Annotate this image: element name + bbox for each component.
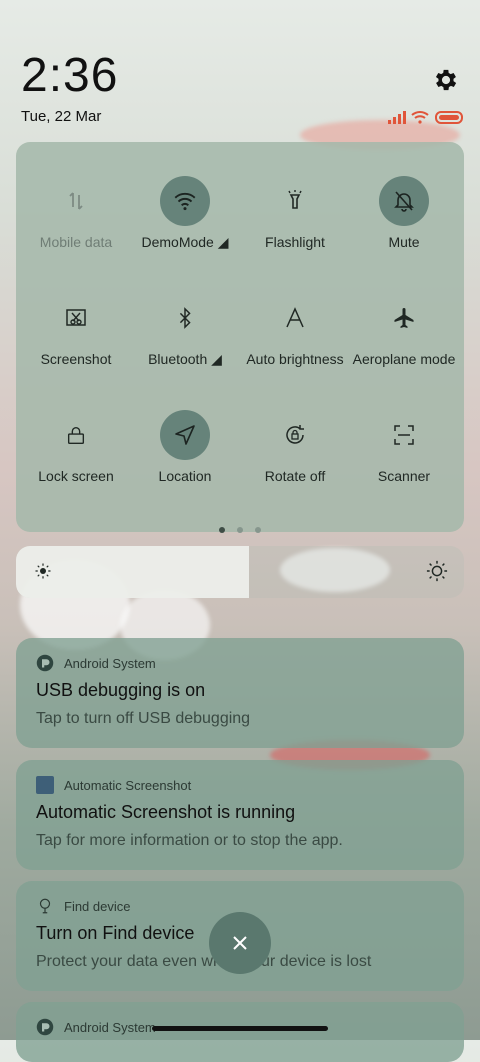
notification-title: USB debugging is on: [36, 680, 206, 700]
android-system-icon: [36, 654, 54, 672]
signal-icon: [388, 111, 406, 124]
tile-flashlight[interactable]: Flashlight: [240, 176, 350, 276]
tile-label: Auto brightness: [246, 351, 344, 367]
tile-aeroplane-mode[interactable]: Aeroplane mode: [349, 293, 459, 393]
settings-gear-icon[interactable]: [432, 66, 460, 94]
tile-mute[interactable]: Mute: [349, 176, 459, 276]
find-device-icon: [39, 898, 51, 914]
tile-auto-brightness[interactable]: Auto brightness: [240, 293, 350, 393]
page-dot: [237, 527, 243, 533]
battery-icon: [435, 111, 463, 124]
rotate-lock-icon: [270, 410, 320, 460]
tile-screenshot[interactable]: Screenshot: [21, 293, 131, 393]
tile-scanner[interactable]: Scanner: [349, 410, 459, 510]
flashlight-icon: [270, 176, 320, 226]
tile-label: Mobile data: [39, 234, 113, 250]
tile-label: Rotate off: [264, 468, 326, 484]
automatic-screenshot-icon: [36, 776, 54, 794]
airplane-icon: [379, 293, 429, 343]
notification-title: Turn on Find device: [36, 923, 195, 943]
close-icon: [233, 936, 247, 950]
page-dot: [219, 527, 225, 533]
notification-app-name: Find device: [64, 899, 131, 914]
notification-app-name: Android System: [64, 1020, 156, 1035]
notification-automatic-screenshot[interactable]: Automatic Screenshot Automatic Screensho…: [16, 760, 464, 870]
location-icon: [160, 410, 210, 460]
tile-mobile-data[interactable]: Mobile data: [21, 176, 131, 276]
lock-icon: [51, 410, 101, 460]
tile-lock-screen[interactable]: Lock screen: [21, 410, 131, 510]
expand-arrow-icon: ◢: [217, 234, 229, 250]
tile-label: Bluetooth ◢: [148, 351, 222, 367]
screenshot-icon: [51, 293, 101, 343]
tile-location[interactable]: Location: [130, 410, 240, 510]
brightness-low-icon: [35, 563, 51, 579]
tile-label: Scanner: [377, 468, 431, 484]
page-dot: [255, 527, 261, 533]
tile-label: DemoMode ◢: [141, 234, 229, 250]
tile-label: Location: [158, 468, 212, 484]
brightness-slider[interactable]: [16, 546, 464, 598]
page-indicator: [16, 520, 464, 538]
tile-label: Screenshot: [40, 351, 112, 367]
notification-body: Tap for more information or to stop the …: [36, 832, 343, 849]
expand-arrow-icon: ◢: [211, 351, 222, 367]
notification-android-system[interactable]: Android System: [16, 1002, 464, 1062]
android-system-icon: [36, 1018, 54, 1036]
tile-label: Aeroplane mode: [352, 351, 456, 367]
tile-label: Lock screen: [38, 468, 114, 484]
date: Tue, 22 Mar: [21, 108, 102, 125]
mobile-data-icon: [51, 176, 101, 226]
notification-app-name: Automatic Screenshot: [64, 778, 192, 793]
tile-label: Flashlight: [265, 234, 325, 250]
notification-app-name: Android System: [64, 656, 156, 671]
tile-label: Mute: [388, 234, 420, 250]
brightness-high-icon: [426, 560, 448, 582]
notification-usb-debugging[interactable]: Android System USB debugging is on Tap t…: [16, 638, 464, 748]
quick-settings-panel: Mobile data DemoMode ◢ Flashlight Mute S…: [16, 142, 464, 533]
notification-body: Tap to turn off USB debugging: [36, 710, 251, 727]
bell-off-icon: [379, 176, 429, 226]
status-icons: [388, 111, 463, 124]
clear-all-button[interactable]: [209, 912, 271, 974]
wifi-icon: [160, 176, 210, 226]
notification-body: Protect your data even when your device …: [36, 953, 372, 970]
tile-bluetooth[interactable]: Bluetooth ◢: [130, 293, 240, 393]
tile-wifi[interactable]: DemoMode ◢: [130, 176, 240, 276]
status-bar: 2:36 Tue, 22 Mar: [0, 0, 480, 140]
wifi-status-icon: [411, 111, 429, 124]
auto-brightness-icon: [270, 293, 320, 343]
notification-title: Automatic Screenshot is running: [36, 802, 296, 822]
tile-rotate[interactable]: Rotate off: [240, 410, 350, 510]
scanner-icon: [379, 410, 429, 460]
clock: 2:36: [21, 49, 119, 102]
bluetooth-icon: [160, 293, 210, 343]
home-indicator[interactable]: [152, 1026, 328, 1031]
